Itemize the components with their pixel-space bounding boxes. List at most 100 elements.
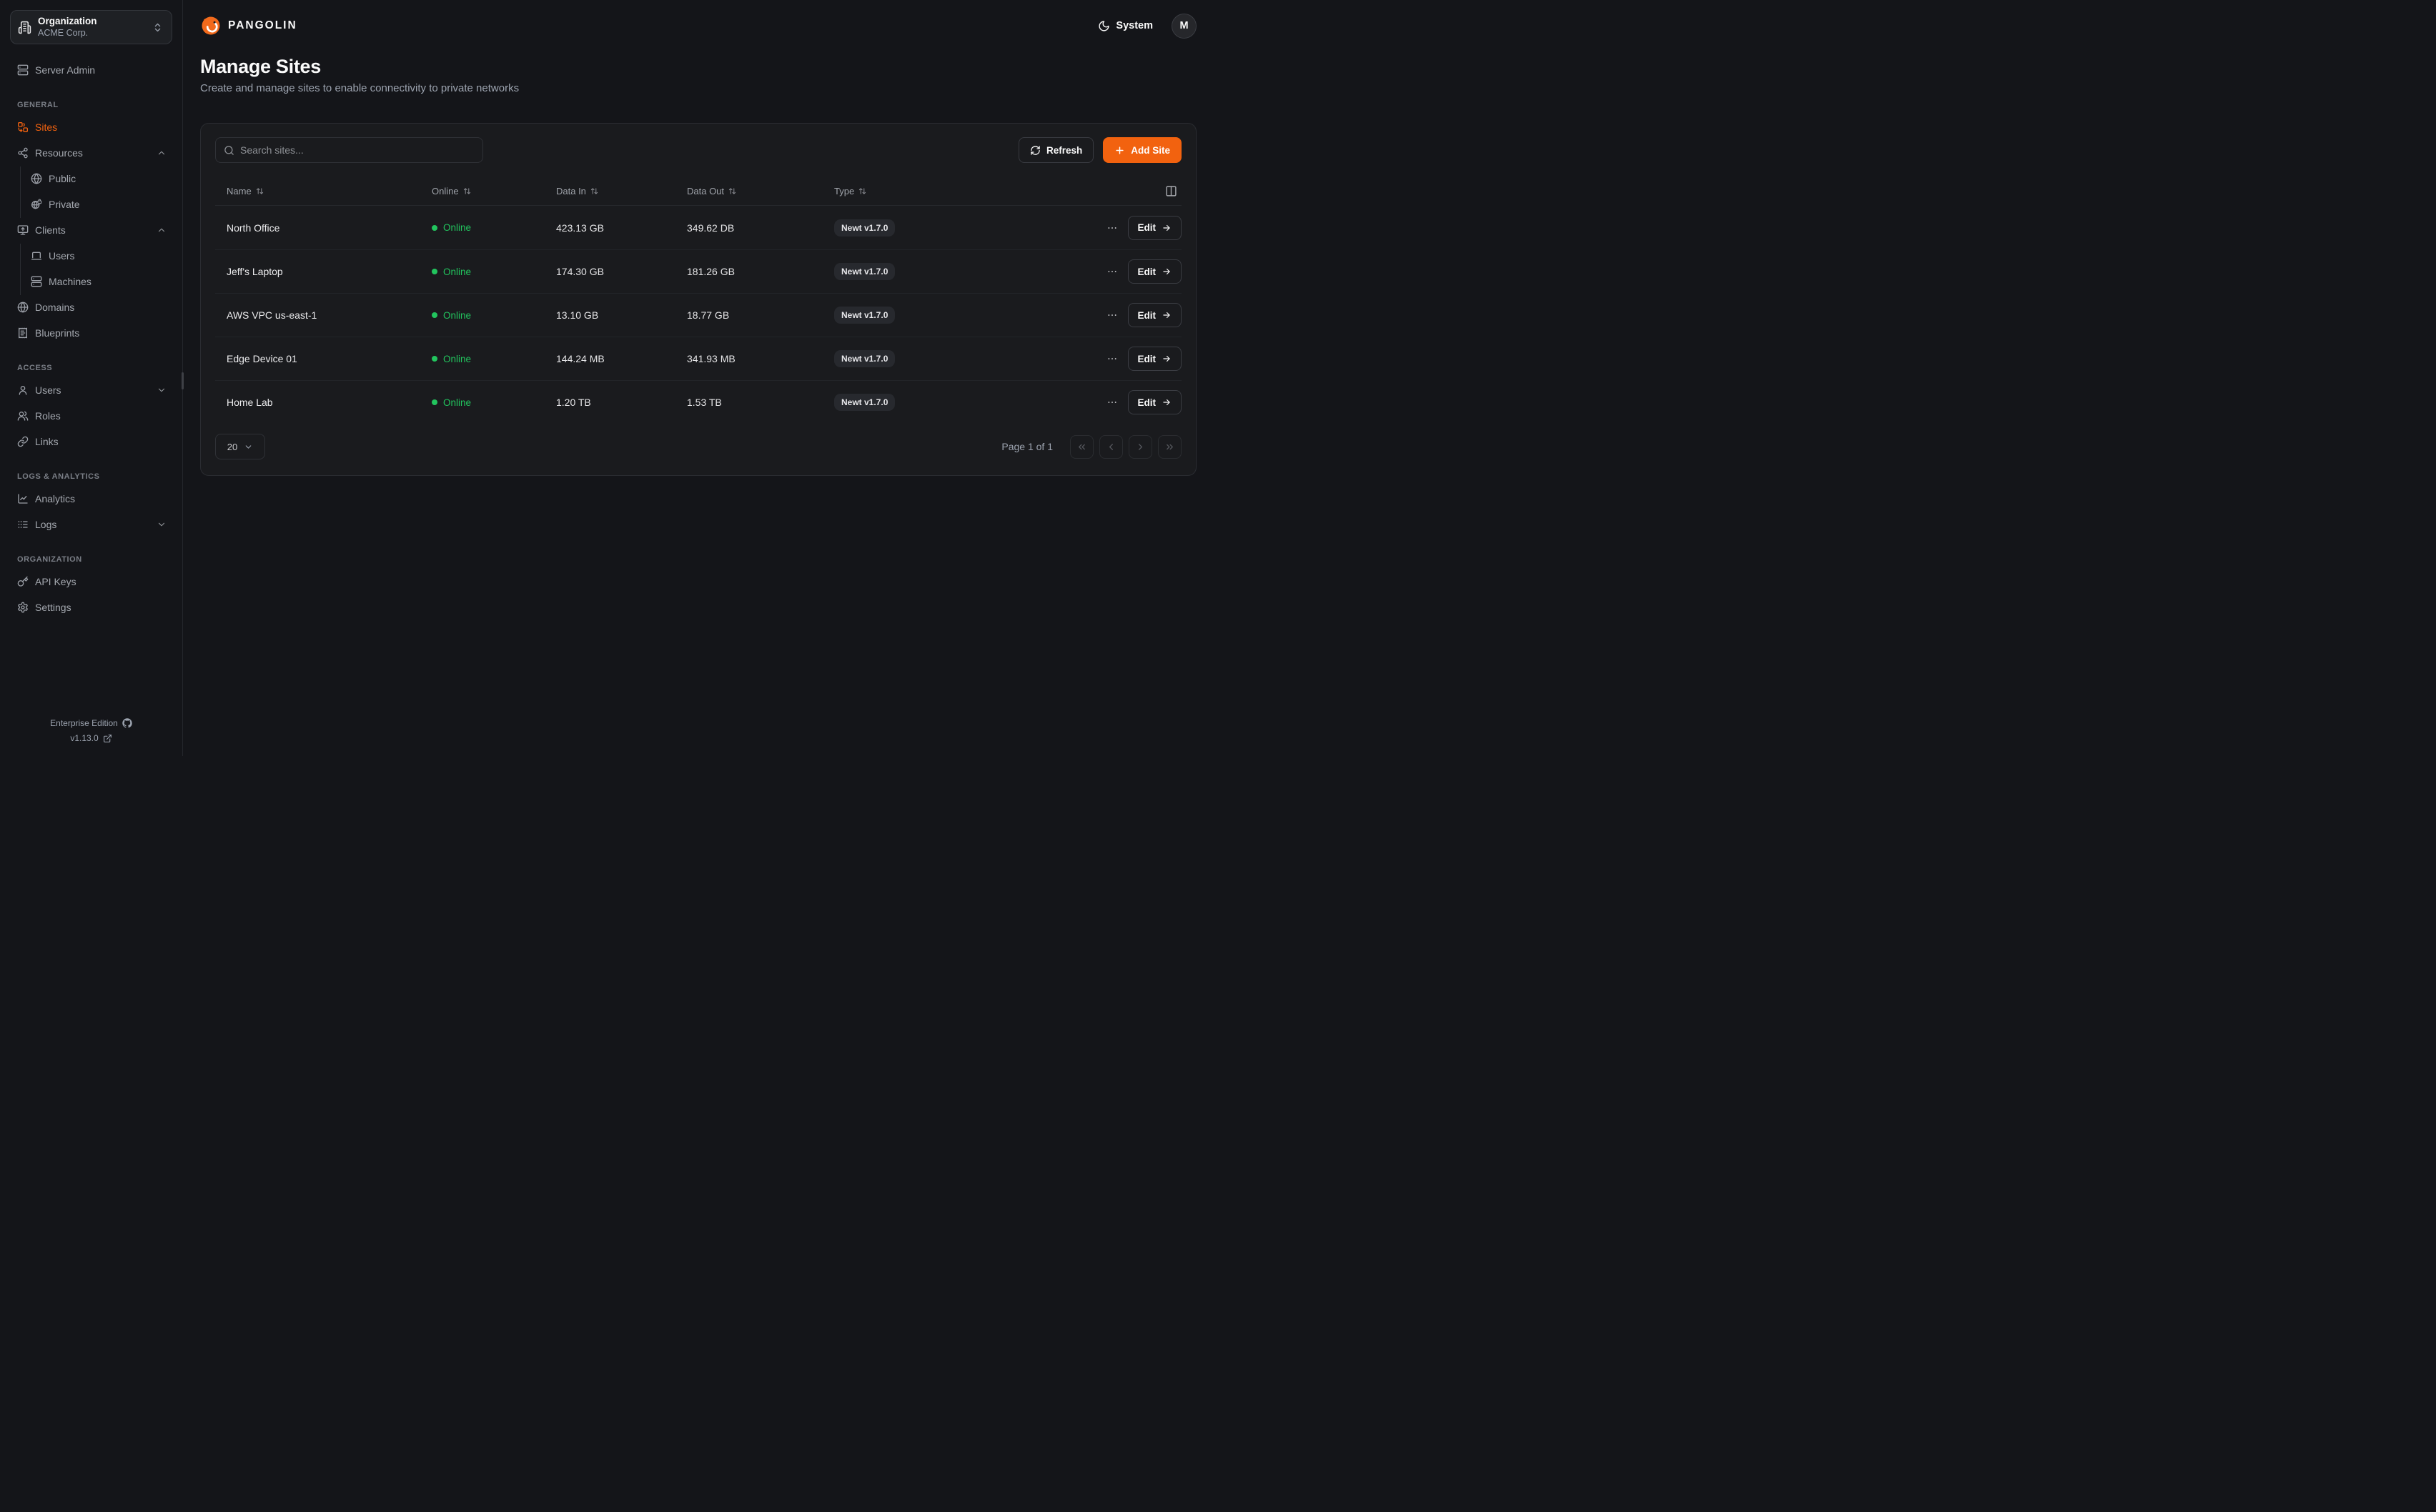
first-page-button[interactable]	[1070, 435, 1094, 459]
org-selector[interactable]: Organization ACME Corp.	[10, 10, 172, 44]
sidebar-item-label: Roles	[35, 410, 61, 422]
sidebar-item-machines[interactable]: Machines	[21, 269, 172, 293]
table-row: Home Lab Online 1.20 TB 1.53 TB Newt v1.…	[215, 380, 1182, 424]
chevron-down-icon	[157, 519, 167, 529]
sort-icon	[728, 187, 736, 195]
sidebar-item-api-keys[interactable]: API Keys	[10, 570, 172, 593]
clients-subgroup: Users Machines	[20, 244, 172, 295]
section-label-organization: ORGANIZATION	[17, 555, 172, 564]
search-box	[215, 137, 483, 163]
last-page-button[interactable]	[1158, 435, 1182, 459]
sidebar-item-client-users[interactable]: Users	[21, 244, 172, 267]
type-badge: Newt v1.7.0	[834, 307, 895, 324]
brand[interactable]: PANGOLIN	[200, 15, 297, 36]
sidebar-item-domains[interactable]: Domains	[10, 295, 172, 319]
row-menu-icon[interactable]	[1106, 309, 1118, 321]
page-size-select[interactable]: 20	[215, 434, 265, 459]
avatar[interactable]: M	[1172, 14, 1197, 39]
data-out-value: 1.53 TB	[687, 397, 834, 408]
version-label: v1.13.0	[70, 733, 98, 743]
search-icon	[224, 145, 234, 156]
data-in-value: 174.30 GB	[556, 266, 687, 277]
sidebar-item-server-admin[interactable]: Server Admin	[10, 58, 172, 81]
sidebar-item-blueprints[interactable]: Blueprints	[10, 321, 172, 344]
row-menu-icon[interactable]	[1106, 266, 1118, 277]
table-row: Jeff's Laptop Online 174.30 GB 181.26 GB…	[215, 249, 1182, 293]
sidebar-item-settings[interactable]: Settings	[10, 595, 172, 619]
search-input[interactable]	[240, 144, 475, 156]
sidebar-scrollbar-thumb[interactable]	[182, 372, 184, 389]
sidebar-item-analytics[interactable]: Analytics	[10, 487, 172, 510]
site-name: Home Lab	[215, 397, 432, 408]
theme-toggle[interactable]: System	[1098, 20, 1153, 32]
column-header-type[interactable]: Type	[834, 186, 1074, 197]
brand-name: PANGOLIN	[228, 19, 297, 32]
data-out-value: 341.93 MB	[687, 353, 834, 364]
globe-icon	[17, 302, 29, 313]
link-icon	[17, 436, 29, 447]
edit-button[interactable]: Edit	[1128, 216, 1182, 240]
edit-button[interactable]: Edit	[1128, 347, 1182, 371]
row-menu-icon[interactable]	[1106, 353, 1118, 364]
prev-page-button[interactable]	[1099, 435, 1123, 459]
row-menu-icon[interactable]	[1106, 397, 1118, 408]
online-dot	[432, 312, 437, 318]
edit-button[interactable]: Edit	[1128, 259, 1182, 284]
online-dot	[432, 399, 437, 405]
sidebar-item-label: Domains	[35, 302, 74, 313]
add-site-button[interactable]: Add Site	[1103, 137, 1182, 163]
receipt-icon	[17, 327, 29, 339]
refresh-button[interactable]: Refresh	[1019, 137, 1094, 163]
edition-label: Enterprise Edition	[50, 718, 118, 728]
sidebar-item-logs[interactable]: Logs	[10, 512, 172, 536]
chevron-up-icon	[157, 225, 167, 235]
sidebar-item-label: Users	[35, 384, 61, 396]
sidebar-item-clients[interactable]: Clients	[10, 218, 172, 242]
page-subtitle: Create and manage sites to enable connec…	[200, 82, 1197, 94]
sidebar-item-sites[interactable]: Sites	[10, 115, 172, 139]
edit-button[interactable]: Edit	[1128, 390, 1182, 414]
arrow-right-icon	[1162, 397, 1172, 407]
column-header-data-out[interactable]: Data Out	[687, 186, 834, 197]
column-header-data-in[interactable]: Data In	[556, 186, 687, 197]
column-header-online[interactable]: Online	[432, 186, 556, 197]
sites-card: Refresh Add Site Name Online Data In	[200, 123, 1197, 476]
external-link-icon[interactable]	[103, 734, 112, 743]
site-name: AWS VPC us-east-1	[215, 309, 432, 321]
resources-subgroup: Public Private	[20, 166, 172, 218]
next-page-button[interactable]	[1129, 435, 1152, 459]
sidebar-item-public[interactable]: Public	[21, 166, 172, 190]
edit-button[interactable]: Edit	[1128, 303, 1182, 327]
refresh-label: Refresh	[1046, 145, 1082, 156]
column-header-name[interactable]: Name	[215, 186, 432, 197]
org-selector-value: ACME Corp.	[38, 27, 97, 39]
sidebar-item-roles[interactable]: Roles	[10, 404, 172, 427]
refresh-icon	[1030, 145, 1041, 156]
pangolin-logo-icon	[200, 15, 222, 36]
columns-toggle-icon[interactable]	[1165, 185, 1177, 197]
users-icon	[17, 410, 29, 422]
sidebar-item-label: Logs	[35, 519, 56, 530]
server-icon	[31, 276, 42, 287]
org-selector-label: Organization	[38, 16, 97, 27]
sidebar: Organization ACME Corp. Server Admin GEN…	[0, 0, 183, 756]
building-icon	[18, 21, 31, 34]
table-row: Edge Device 01 Online 144.24 MB 341.93 M…	[215, 337, 1182, 380]
sidebar-item-label: Users	[49, 250, 75, 262]
data-in-value: 13.10 GB	[556, 309, 687, 321]
sidebar-item-resources[interactable]: Resources	[10, 141, 172, 164]
sidebar-item-label: Analytics	[35, 493, 75, 504]
github-icon[interactable]	[122, 718, 132, 728]
moon-icon	[1098, 20, 1110, 32]
resources-icon	[17, 147, 29, 159]
sidebar-item-label: Server Admin	[35, 64, 95, 76]
sidebar-item-users[interactable]: Users	[10, 378, 172, 402]
chevron-up-icon	[157, 148, 167, 158]
arrow-right-icon	[1162, 223, 1172, 233]
sort-icon	[256, 187, 264, 195]
row-menu-icon[interactable]	[1106, 222, 1118, 234]
status-badge: Online	[443, 267, 471, 277]
sidebar-item-links[interactable]: Links	[10, 429, 172, 453]
data-out-value: 349.62 DB	[687, 222, 834, 234]
sidebar-item-private[interactable]: Private	[21, 192, 172, 216]
